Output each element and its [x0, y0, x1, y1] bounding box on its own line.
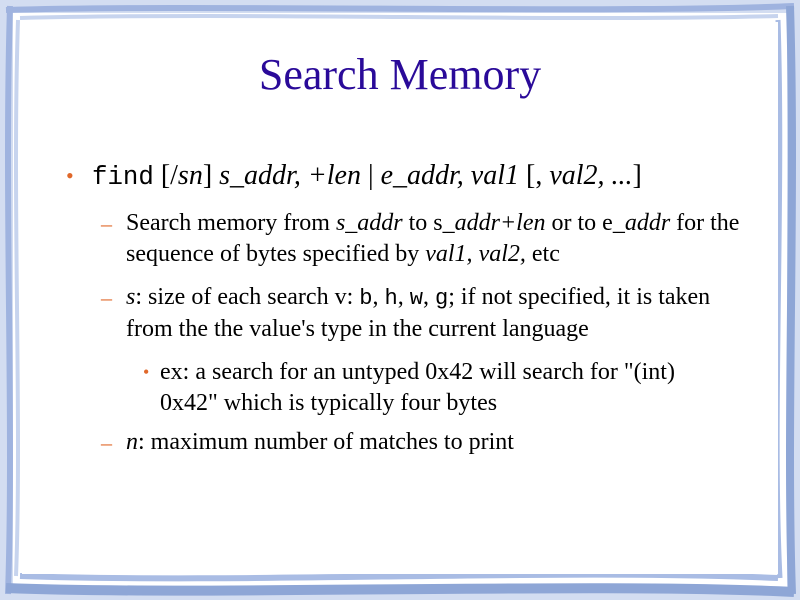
syntax-arg: e_addr, val1	[380, 160, 519, 191]
sub-bullet-size: – s: size of each search v: b, h, w, g; …	[66, 282, 746, 345]
sub-sub-bullet-example: • ex: a search for an untyped 0x42 will …	[66, 357, 720, 419]
size-code: b	[359, 286, 373, 311]
example-text: ex: a search for an untyped 0x42 will se…	[160, 359, 675, 416]
syntax-arg: sn	[177, 160, 203, 191]
size-text: : size of each search v:	[135, 284, 360, 310]
dash-icon: –	[101, 211, 112, 236]
sub-bullet-count: – n: maximum number of matches to print	[66, 427, 746, 458]
syntax-arg: val2, ...	[549, 160, 633, 191]
desc-text: Search memory from	[126, 210, 336, 236]
syntax-text: |	[360, 160, 381, 191]
syntax-text: ]	[202, 160, 220, 191]
desc-arg: val1,	[425, 241, 473, 267]
bullet-icon: •	[66, 163, 74, 188]
command-find: find	[92, 163, 154, 192]
syntax-arg: s_addr, +len	[219, 160, 361, 191]
dash-icon: –	[101, 430, 112, 455]
count-text: : maximum number of matches to print	[138, 429, 514, 455]
syntax-text: [/	[153, 160, 178, 191]
desc-arg: s_addr	[335, 210, 403, 236]
desc-text: etc	[525, 241, 560, 267]
syntax-text: [,	[519, 160, 550, 191]
bullet-find-syntax: • find [/sn] s_addr, +len | e_addr, val1…	[66, 158, 766, 196]
syntax-text: ]	[632, 160, 642, 191]
count-arg: n	[126, 429, 138, 455]
size-code: w	[409, 286, 423, 311]
desc-text: or to e	[545, 210, 613, 236]
size-code: h	[384, 286, 398, 311]
desc-arg: val2,	[478, 241, 526, 267]
size-code: g	[434, 286, 449, 311]
desc-arg: _addr+len	[442, 210, 546, 236]
desc-text: to s	[402, 210, 443, 236]
slide: Search Memory • find [/sn] s_addr, +len …	[0, 0, 800, 600]
desc-arg: _addr	[612, 210, 671, 236]
dash-icon: –	[101, 285, 112, 310]
size-text: ,	[397, 284, 410, 310]
size-text: ,	[372, 284, 385, 310]
size-arg: s	[126, 284, 136, 310]
sub-bullet-description: – Search memory from s_addr to s_addr+le…	[66, 208, 746, 270]
slide-title: Search Memory	[258, 50, 542, 99]
slide-body: • find [/sn] s_addr, +len | e_addr, val1…	[66, 158, 766, 470]
bullet-icon: •	[143, 362, 150, 382]
size-text: ,	[422, 284, 435, 310]
